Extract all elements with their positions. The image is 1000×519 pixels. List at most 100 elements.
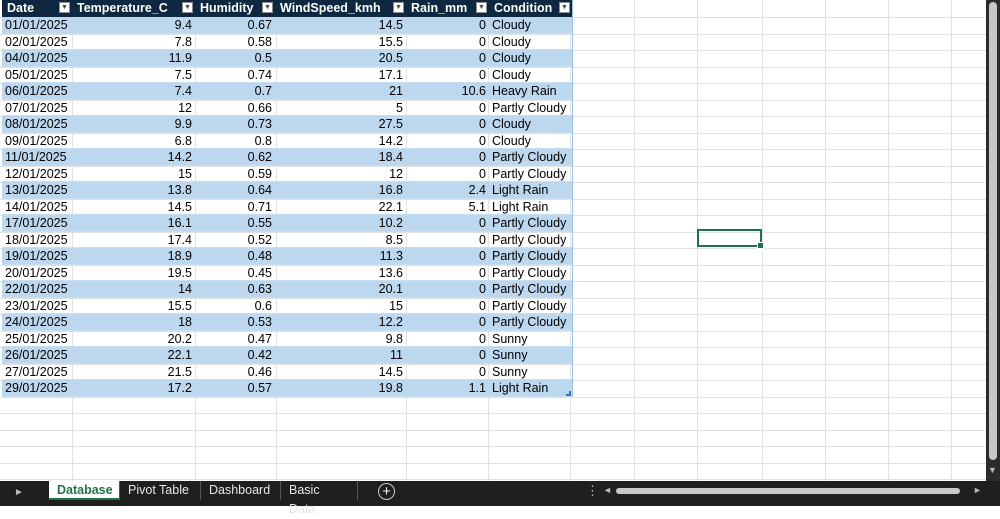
table-row[interactable]: 13/01/2025 13.8 0.64 16.8 2.4 Light Rain [2, 182, 572, 199]
table-cell[interactable]: 0.66 [195, 100, 275, 116]
table-cell[interactable]: Light Rain [489, 182, 572, 198]
header-rain[interactable]: Rain_mm ▼ [406, 0, 489, 17]
table-row[interactable]: 22/01/2025 14 0.63 20.1 0 Partly Cloudy [2, 281, 572, 298]
table-cell[interactable]: 0 [406, 232, 489, 248]
table-cell[interactable]: 15 [275, 298, 406, 314]
table-cell[interactable]: 0.58 [195, 34, 275, 50]
table-cell[interactable]: 11.9 [72, 50, 195, 66]
table-cell[interactable]: 22.1 [72, 347, 195, 363]
table-cell[interactable]: 0 [406, 67, 489, 83]
filter-dropdown-icon[interactable]: ▼ [182, 2, 193, 13]
table-cell[interactable]: 0 [406, 116, 489, 132]
table-row[interactable]: 12/01/2025 15 0.59 12 0 Partly Cloudy [2, 166, 572, 182]
more-options-icon[interactable]: ⋮ [586, 483, 599, 499]
table-cell[interactable]: 19.5 [72, 265, 195, 281]
table-cell[interactable]: 26/01/2025 [2, 347, 72, 363]
table-cell[interactable]: Partly Cloudy [489, 265, 572, 281]
table-cell[interactable]: 20/01/2025 [2, 265, 72, 281]
add-sheet-button[interactable]: + [378, 483, 395, 500]
table-cell[interactable]: Partly Cloudy [489, 166, 572, 182]
table-cell[interactable]: 0.71 [195, 199, 275, 215]
header-windspeed[interactable]: WindSpeed_kmh ▼ [275, 0, 406, 17]
table-cell[interactable]: 0 [406, 100, 489, 116]
table-cell[interactable]: 0.74 [195, 67, 275, 83]
table-cell[interactable]: 14.5 [275, 364, 406, 380]
table-cell[interactable]: 21.5 [72, 364, 195, 380]
filter-dropdown-icon[interactable]: ▼ [476, 2, 487, 13]
table-cell[interactable]: 0 [406, 364, 489, 380]
table-row[interactable]: 23/01/2025 15.5 0.6 15 0 Partly Cloudy [2, 298, 572, 314]
table-cell[interactable]: Light Rain [489, 199, 572, 215]
table-cell[interactable]: 14.5 [72, 199, 195, 215]
table-cell[interactable]: 10.2 [275, 215, 406, 231]
sheet-tab-basic-data[interactable]: Basic Data [281, 481, 358, 516]
table-cell[interactable]: 0.52 [195, 232, 275, 248]
table-cell[interactable]: 11.3 [275, 248, 406, 264]
table-cell[interactable]: 14 [72, 281, 195, 297]
table-cell[interactable]: 9.4 [72, 17, 195, 33]
table-cell[interactable]: 0.63 [195, 281, 275, 297]
filter-dropdown-icon[interactable]: ▼ [262, 2, 273, 13]
table-cell[interactable]: Cloudy [489, 50, 572, 66]
table-cell[interactable]: 0 [406, 50, 489, 66]
table-cell[interactable]: 0 [406, 133, 489, 149]
table-cell[interactable]: 08/01/2025 [2, 116, 72, 132]
header-date[interactable]: Date ▼ [2, 0, 72, 17]
table-cell[interactable]: 15.5 [72, 298, 195, 314]
table-row[interactable]: 02/01/2025 7.8 0.58 15.5 0 Cloudy [2, 34, 572, 50]
table-cell[interactable]: 0.6 [195, 298, 275, 314]
table-cell[interactable]: Sunny [489, 364, 572, 380]
table-cell[interactable]: Partly Cloudy [489, 298, 572, 314]
vertical-scrollbar[interactable]: ▼ [986, 0, 1000, 481]
table-cell[interactable]: 25/01/2025 [2, 331, 72, 347]
table-cell[interactable]: 12 [72, 100, 195, 116]
table-cell[interactable]: 17.4 [72, 232, 195, 248]
table-cell[interactable]: 18/01/2025 [2, 232, 72, 248]
table-cell[interactable]: 0.48 [195, 248, 275, 264]
table-cell[interactable]: 5 [275, 100, 406, 116]
table-cell[interactable]: 13.8 [72, 182, 195, 198]
table-cell[interactable]: 0 [406, 17, 489, 33]
table-row[interactable]: 04/01/2025 11.9 0.5 20.5 0 Cloudy [2, 50, 572, 67]
table-cell[interactable]: 17.2 [72, 380, 195, 396]
table-cell[interactable]: Partly Cloudy [489, 149, 572, 165]
table-cell[interactable]: 20.2 [72, 331, 195, 347]
table-cell[interactable]: 6.8 [72, 133, 195, 149]
table-cell[interactable]: 0 [406, 265, 489, 281]
table-cell[interactable]: Sunny [489, 347, 572, 363]
table-cell[interactable]: 8.5 [275, 232, 406, 248]
table-row[interactable]: 27/01/2025 21.5 0.46 14.5 0 Sunny [2, 364, 572, 380]
table-cell[interactable]: 11/01/2025 [2, 149, 72, 165]
selected-cell[interactable] [697, 229, 764, 249]
table-cell[interactable]: 0 [406, 248, 489, 264]
table-cell[interactable]: 16.8 [275, 182, 406, 198]
scroll-right-icon[interactable]: ► [973, 485, 982, 495]
table-row[interactable]: 25/01/2025 20.2 0.47 9.8 0 Sunny [2, 331, 572, 347]
table-cell[interactable]: 13.6 [275, 265, 406, 281]
table-cell[interactable]: 0.7 [195, 83, 275, 99]
table-cell[interactable]: 12 [275, 166, 406, 182]
table-cell[interactable]: Partly Cloudy [489, 232, 572, 248]
table-cell[interactable]: 0.62 [195, 149, 275, 165]
table-cell[interactable]: 19.8 [275, 380, 406, 396]
sheet-tab-database[interactable]: Database [49, 481, 120, 500]
table-cell[interactable]: Partly Cloudy [489, 248, 572, 264]
table-row[interactable]: 17/01/2025 16.1 0.55 10.2 0 Partly Cloudy [2, 215, 572, 232]
table-cell[interactable]: 18 [72, 314, 195, 330]
scroll-down-icon[interactable]: ▼ [988, 465, 997, 475]
table-cell[interactable]: 2.4 [406, 182, 489, 198]
table-cell[interactable]: 17/01/2025 [2, 215, 72, 231]
table-cell[interactable]: Cloudy [489, 116, 572, 132]
table-cell[interactable]: 09/01/2025 [2, 133, 72, 149]
table-cell[interactable]: 18.4 [275, 149, 406, 165]
table-cell[interactable]: 1.1 [406, 380, 489, 396]
table-cell[interactable]: 22/01/2025 [2, 281, 72, 297]
table-cell[interactable]: 0 [406, 331, 489, 347]
table-cell[interactable]: Cloudy [489, 34, 572, 50]
table-cell[interactable]: 7.5 [72, 67, 195, 83]
table-cell[interactable]: 0.64 [195, 182, 275, 198]
table-cell[interactable]: 13/01/2025 [2, 182, 72, 198]
header-temperature[interactable]: Temperature_C ▼ [72, 0, 195, 17]
table-cell[interactable]: 0.53 [195, 314, 275, 330]
table-cell[interactable]: 07/01/2025 [2, 100, 72, 116]
